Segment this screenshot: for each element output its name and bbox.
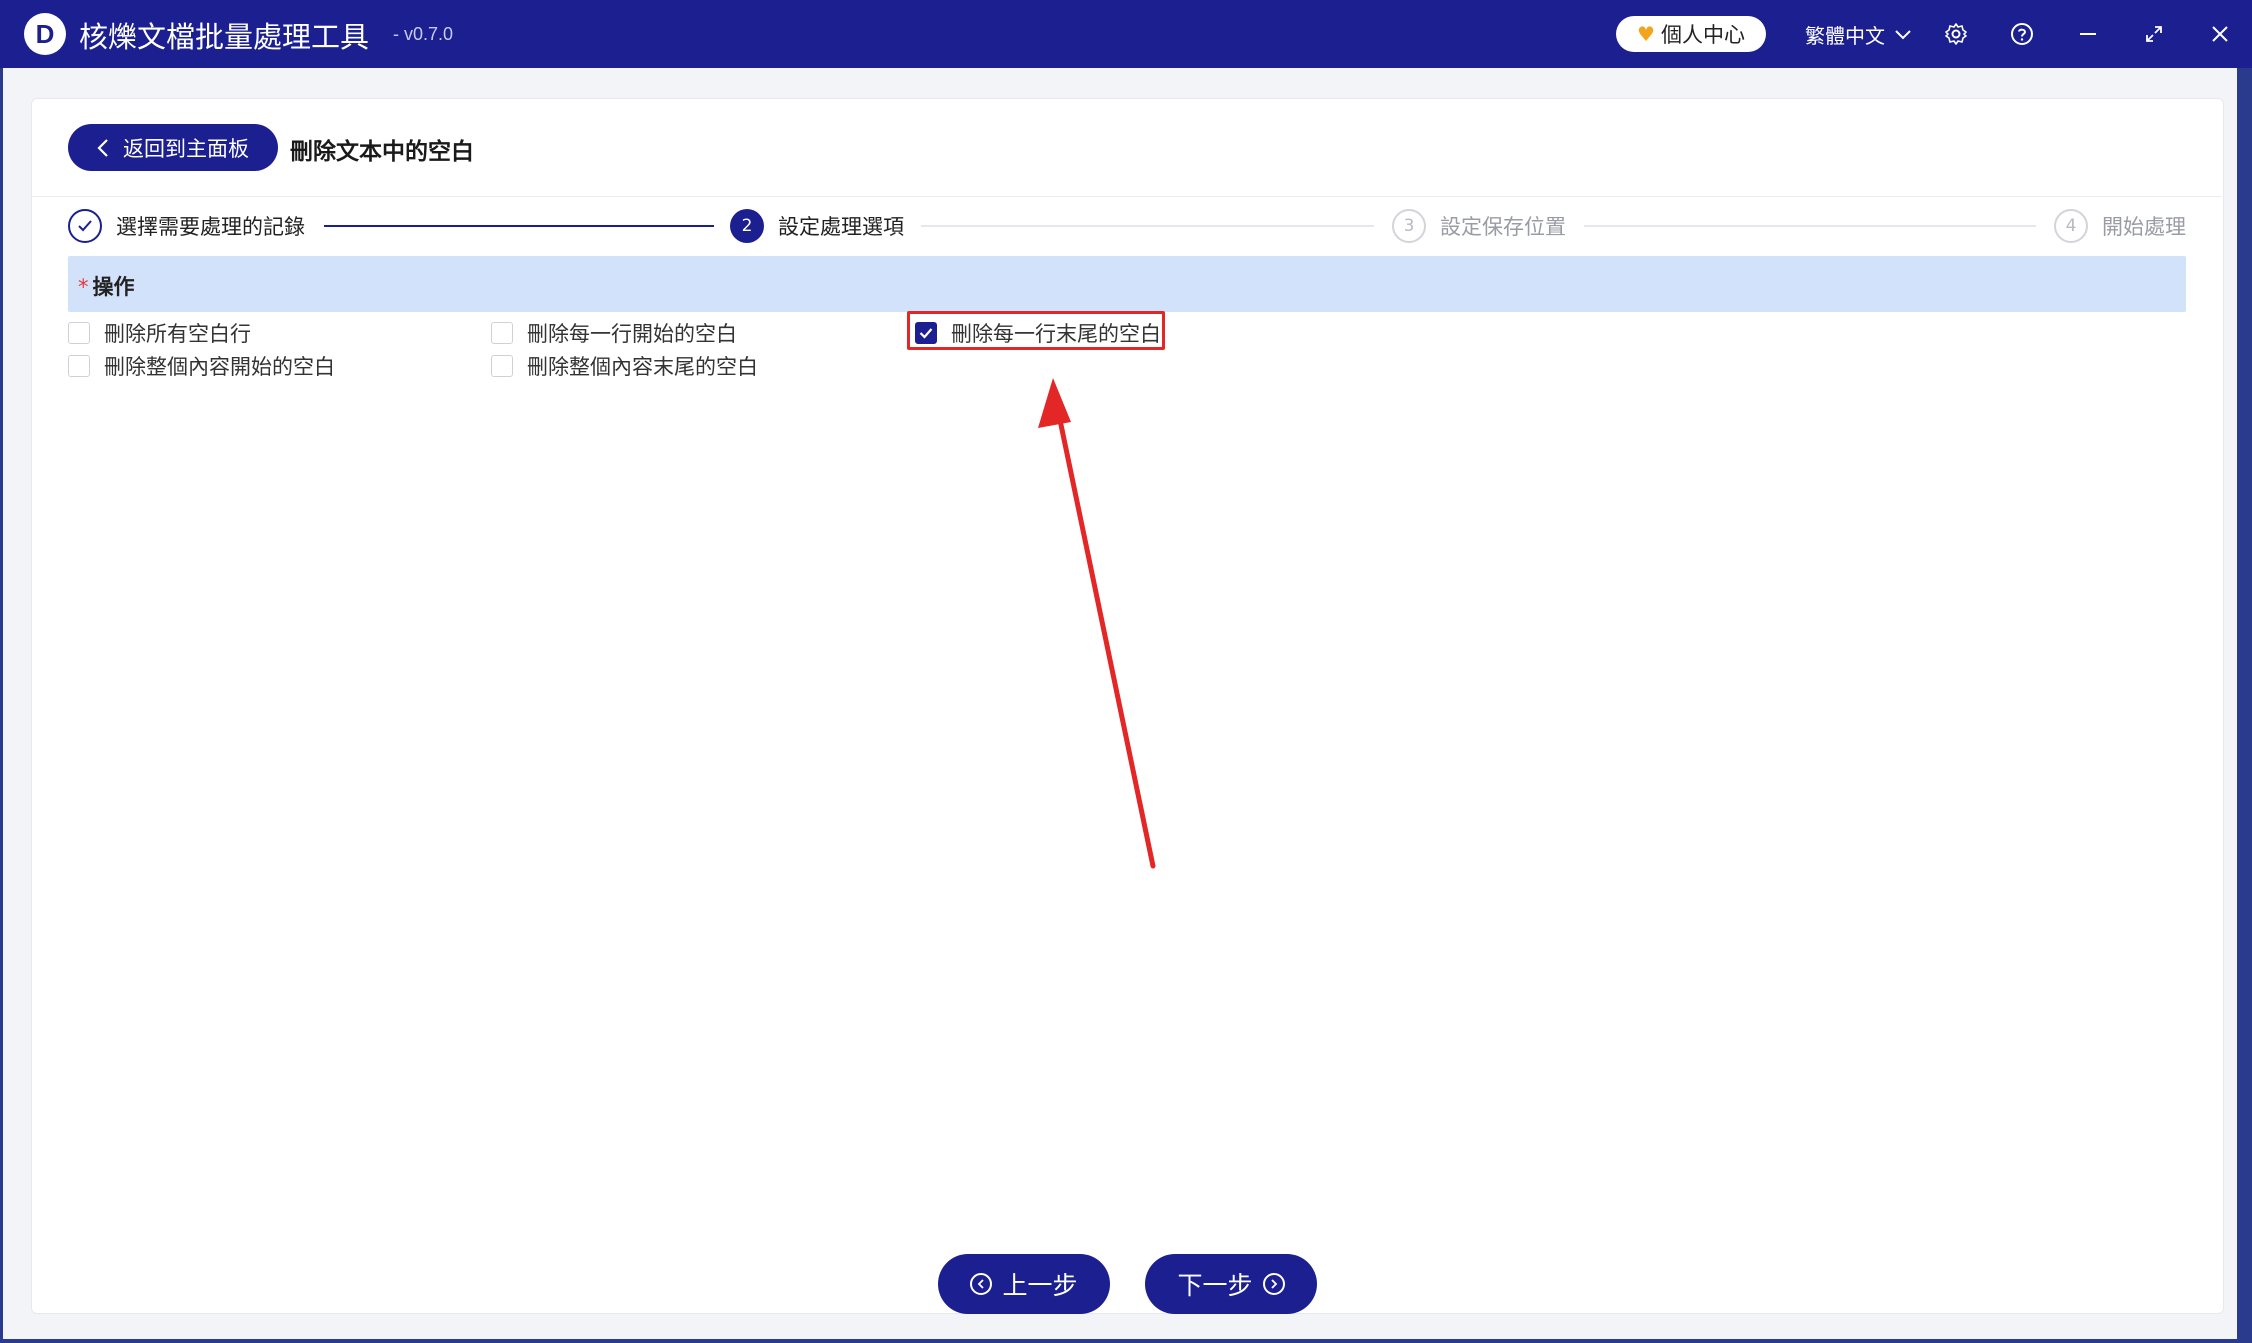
next-step-button[interactable]: 下一步: [1145, 1254, 1317, 1314]
previous-step-button[interactable]: 上一步: [938, 1254, 1110, 1314]
chevron-right-circle-icon: [1262, 1273, 1285, 1295]
annotation-arrow: [1038, 378, 1156, 869]
chevron-left-circle-icon: [970, 1273, 993, 1295]
previous-step-label: 上一步: [1002, 1271, 1078, 1300]
next-step-label: 下一步: [1177, 1271, 1253, 1300]
